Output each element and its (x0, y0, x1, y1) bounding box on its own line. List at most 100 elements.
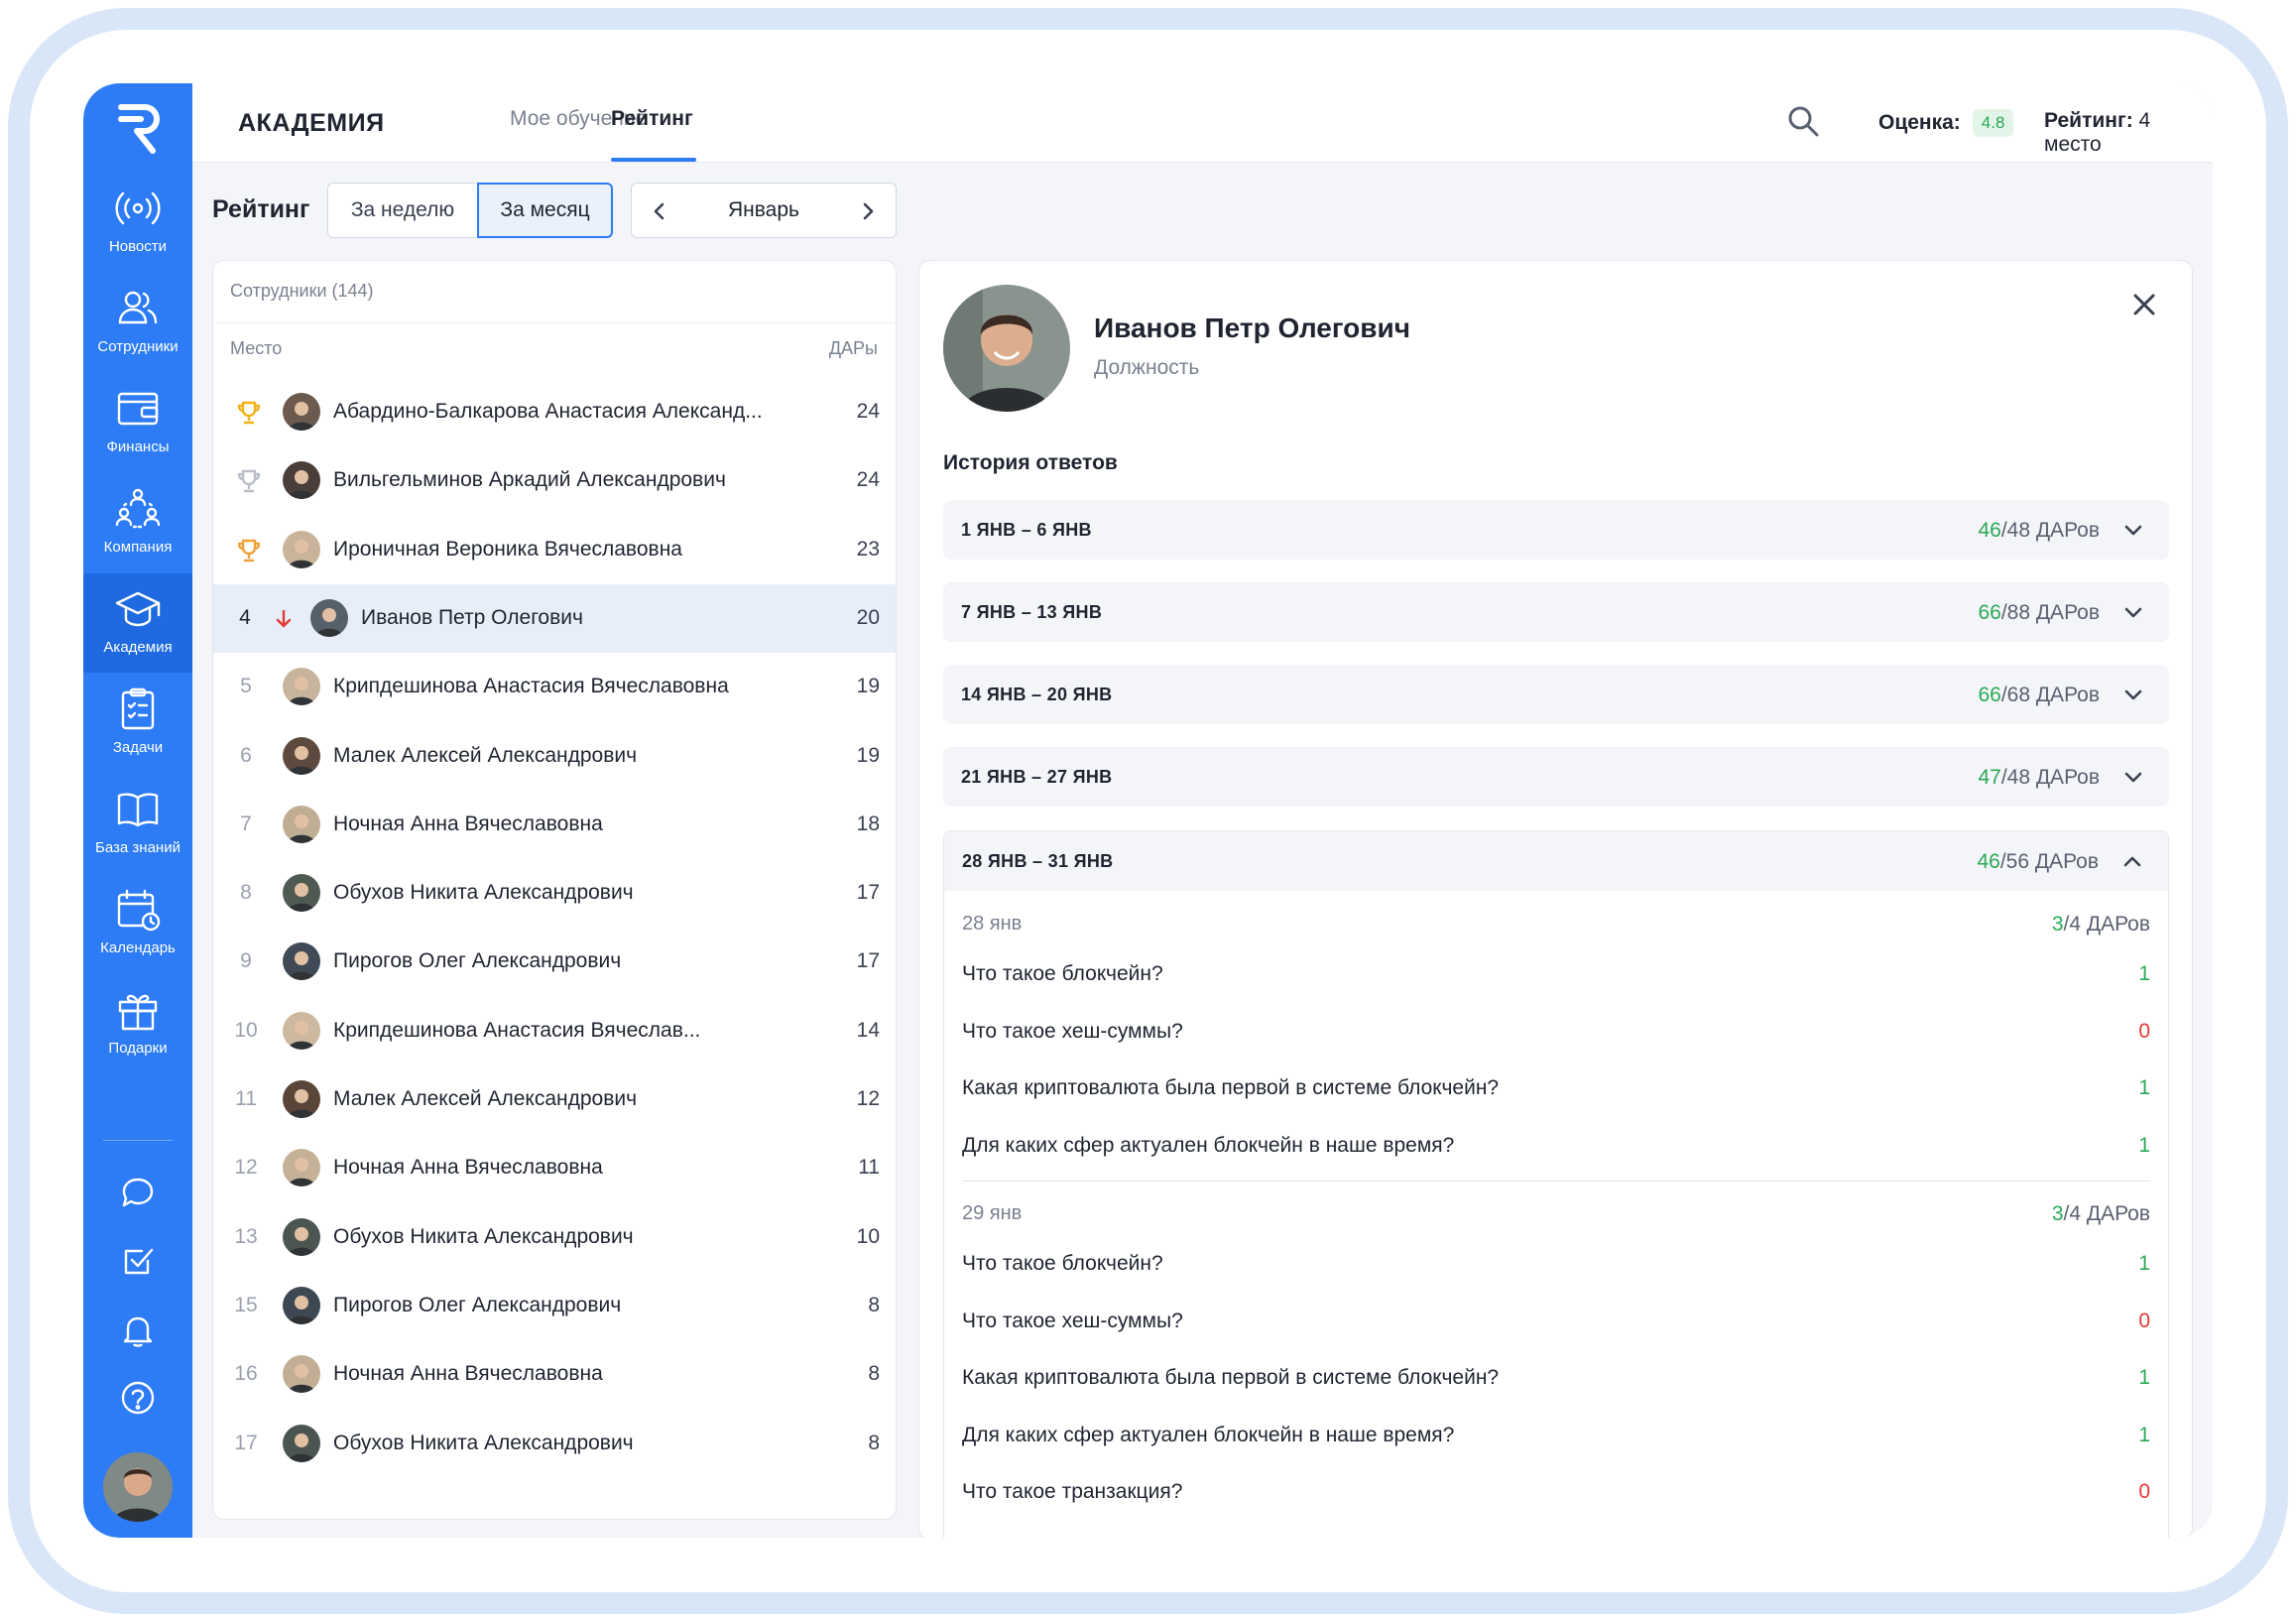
rank-label: Рейтинг: (2044, 109, 2133, 132)
rank-number: 15 (234, 1293, 258, 1316)
sidebar-item-company[interactable]: Компания (83, 473, 192, 572)
sidebar-item-gifts[interactable]: Подарки (83, 974, 192, 1073)
sidebar-item-label: Подарки (108, 1040, 168, 1057)
week-accordion[interactable]: 14 ЯНВ – 20 ЯНВ 66/68 ДАРов (943, 665, 2169, 724)
table-row[interactable]: 5 Крипдешинова Анастасия Вячеславовна 19 (213, 653, 896, 721)
chevron-up-icon (2123, 856, 2141, 867)
table-row[interactable]: Абардино-Балкарова Анастасия Александ...… (213, 378, 896, 446)
sidebar-item-label: Задачи (112, 739, 164, 756)
avatar (283, 1424, 320, 1462)
section-title: АКАДЕМИЯ (238, 109, 385, 137)
notifications-button[interactable] (113, 1306, 163, 1355)
table-row[interactable]: Вильгельминов Аркадий Александрович 24 (213, 446, 896, 515)
rank-number: 4 (239, 605, 251, 629)
question-score: 1 (2138, 1076, 2150, 1099)
employee-name: Абардино-Балкарова Анастасия Александ... (333, 400, 763, 423)
table-row[interactable]: 4 Иванов Петр Олегович 20 (213, 583, 896, 653)
sidebar-item-academy[interactable]: Академия (83, 573, 192, 673)
chat-button[interactable] (113, 1169, 163, 1218)
week-score-got: 66 (1978, 601, 2001, 624)
table-row[interactable]: 17 Обухов Никита Александрович 8 (213, 1410, 896, 1478)
todo-button[interactable] (113, 1236, 163, 1286)
table-row[interactable]: 12 Ночная Анна Вячеславовна 11 (213, 1134, 896, 1202)
rank-number: 10 (234, 1018, 258, 1042)
employee-name: Малек Алексей Александрович (333, 743, 638, 767)
week-score-got: 46 (1977, 850, 2000, 873)
dar-count: 12 (856, 1087, 880, 1110)
week-score-total: /56 ДАРов (1999, 850, 2099, 873)
table-row[interactable]: 16 Ночная Анна Вячеславовна 8 (213, 1340, 896, 1409)
chevron-down-icon (2124, 607, 2142, 618)
current-user-avatar[interactable] (103, 1452, 173, 1522)
sidebar-item-finance[interactable]: Финансы (83, 373, 192, 472)
table-row[interactable]: 13 Обухов Никита Александрович 10 (213, 1203, 896, 1272)
table-row[interactable]: Ироничная Вероника Вячеславовна 23 (213, 516, 896, 584)
week-range: 14 ЯНВ – 20 ЯНВ (961, 685, 1113, 704)
question-text: Что такое блокчейн? (962, 962, 1163, 985)
dar-count: 17 (856, 949, 880, 973)
avatar (283, 393, 320, 431)
table-row[interactable]: 9 Пирогов Олег Александрович 17 (213, 928, 896, 996)
week-score-got: 47 (1978, 766, 2001, 789)
dar-count: 17 (856, 881, 880, 905)
answer-history-title: История ответов (943, 451, 1118, 474)
table-row[interactable]: 6 Малек Алексей Александрович 19 (213, 722, 896, 791)
question-text: Что такое хеш-суммы? (962, 1019, 1183, 1043)
employee-name: Обухов Никита Александрович (333, 1431, 634, 1454)
table-row[interactable]: 15 Пирогов Олег Александрович 8 (213, 1272, 896, 1340)
help-button[interactable] (113, 1373, 163, 1423)
sidebar: Новости Сотрудники Финансы Компания Акад… (83, 83, 192, 1538)
logo-icon (118, 104, 160, 154)
employee-name: Иванов Петр Олегович (1094, 312, 1410, 343)
close-icon[interactable] (2126, 287, 2162, 322)
question-score: 1 (2138, 962, 2150, 985)
employee-avatar (943, 285, 1070, 412)
employee-position: Должность (1094, 356, 1200, 379)
question-text: Для каких сфер актуален блокчейн в наше … (962, 1133, 1455, 1157)
week-accordion-header[interactable]: 28 ЯНВ – 31 ЯНВ 46/56 ДАРов (944, 831, 2168, 891)
next-month-button[interactable] (850, 193, 886, 229)
sidebar-item-label: Финансы (106, 438, 170, 455)
sidebar-item-employees[interactable]: Сотрудники (83, 273, 192, 372)
period-month-button[interactable]: За месяц (477, 183, 613, 238)
sidebar-item-label: Календарь (100, 939, 176, 956)
week-range: 28 ЯНВ – 31 ЯНВ (962, 851, 1114, 871)
rank-number: 6 (240, 743, 252, 767)
week-score: 66/68 ДАРов (1978, 684, 2100, 707)
employee-name: Ироничная Вероника Вячеславовна (333, 537, 682, 561)
rank-indicator: Рейтинг: 4 место (2044, 109, 2213, 157)
week-score: 66/88 ДАРов (1978, 601, 2100, 625)
chevron-down-icon (2124, 772, 2142, 783)
sidebar-item-tasks[interactable]: Задачи (83, 674, 192, 773)
column-header-place: Место (230, 338, 283, 358)
avatar (283, 1149, 320, 1187)
avatar (283, 805, 320, 843)
search-icon[interactable] (1783, 101, 1823, 141)
table-row[interactable]: 7 Ночная Анна Вячеславовна 18 (213, 791, 896, 859)
avatar-photo-icon (103, 1452, 173, 1522)
chevron-down-icon (2124, 689, 2142, 700)
week-accordion[interactable]: 1 ЯНВ – 6 ЯНВ 46/48 ДАРов (943, 500, 2169, 560)
day-score: 3/4 ДАРов (2052, 913, 2150, 936)
avatar (283, 1080, 320, 1118)
sidebar-item-knowledge-base[interactable]: База знаний (83, 774, 192, 873)
table-row[interactable]: 8 Обухов Никита Александрович 17 (213, 859, 896, 928)
table-row[interactable]: 11 Малек Алексей Александрович 12 (213, 1065, 896, 1134)
avatar (310, 598, 348, 637)
rank-number: 16 (234, 1362, 258, 1386)
rank-number: 12 (234, 1156, 258, 1180)
question-text: Что такое хеш-суммы? (962, 1309, 1183, 1332)
employee-name: Пирогов Олег Александрович (333, 949, 622, 973)
avatar (283, 530, 320, 568)
rank-number: 8 (240, 881, 252, 905)
week-accordion[interactable]: 7 ЯНВ – 13 ЯНВ 66/88 ДАРов (943, 582, 2169, 642)
period-week-button[interactable]: За неделю (327, 183, 478, 238)
question-text: Что такое блокчейн? (962, 1252, 1163, 1275)
week-score-got: 66 (1978, 684, 2001, 706)
sidebar-item-news[interactable]: Новости (83, 173, 192, 272)
week-accordion[interactable]: 21 ЯНВ – 27 ЯНВ 47/48 ДАРов (943, 747, 2169, 807)
table-row[interactable]: 10 Крипдешинова Анастасия Вячеслав... 14 (213, 997, 896, 1065)
tab-rating[interactable]: Рейтинг (611, 107, 693, 131)
sidebar-item-calendar[interactable]: Календарь (83, 874, 192, 973)
chevron-right-icon (863, 202, 874, 220)
